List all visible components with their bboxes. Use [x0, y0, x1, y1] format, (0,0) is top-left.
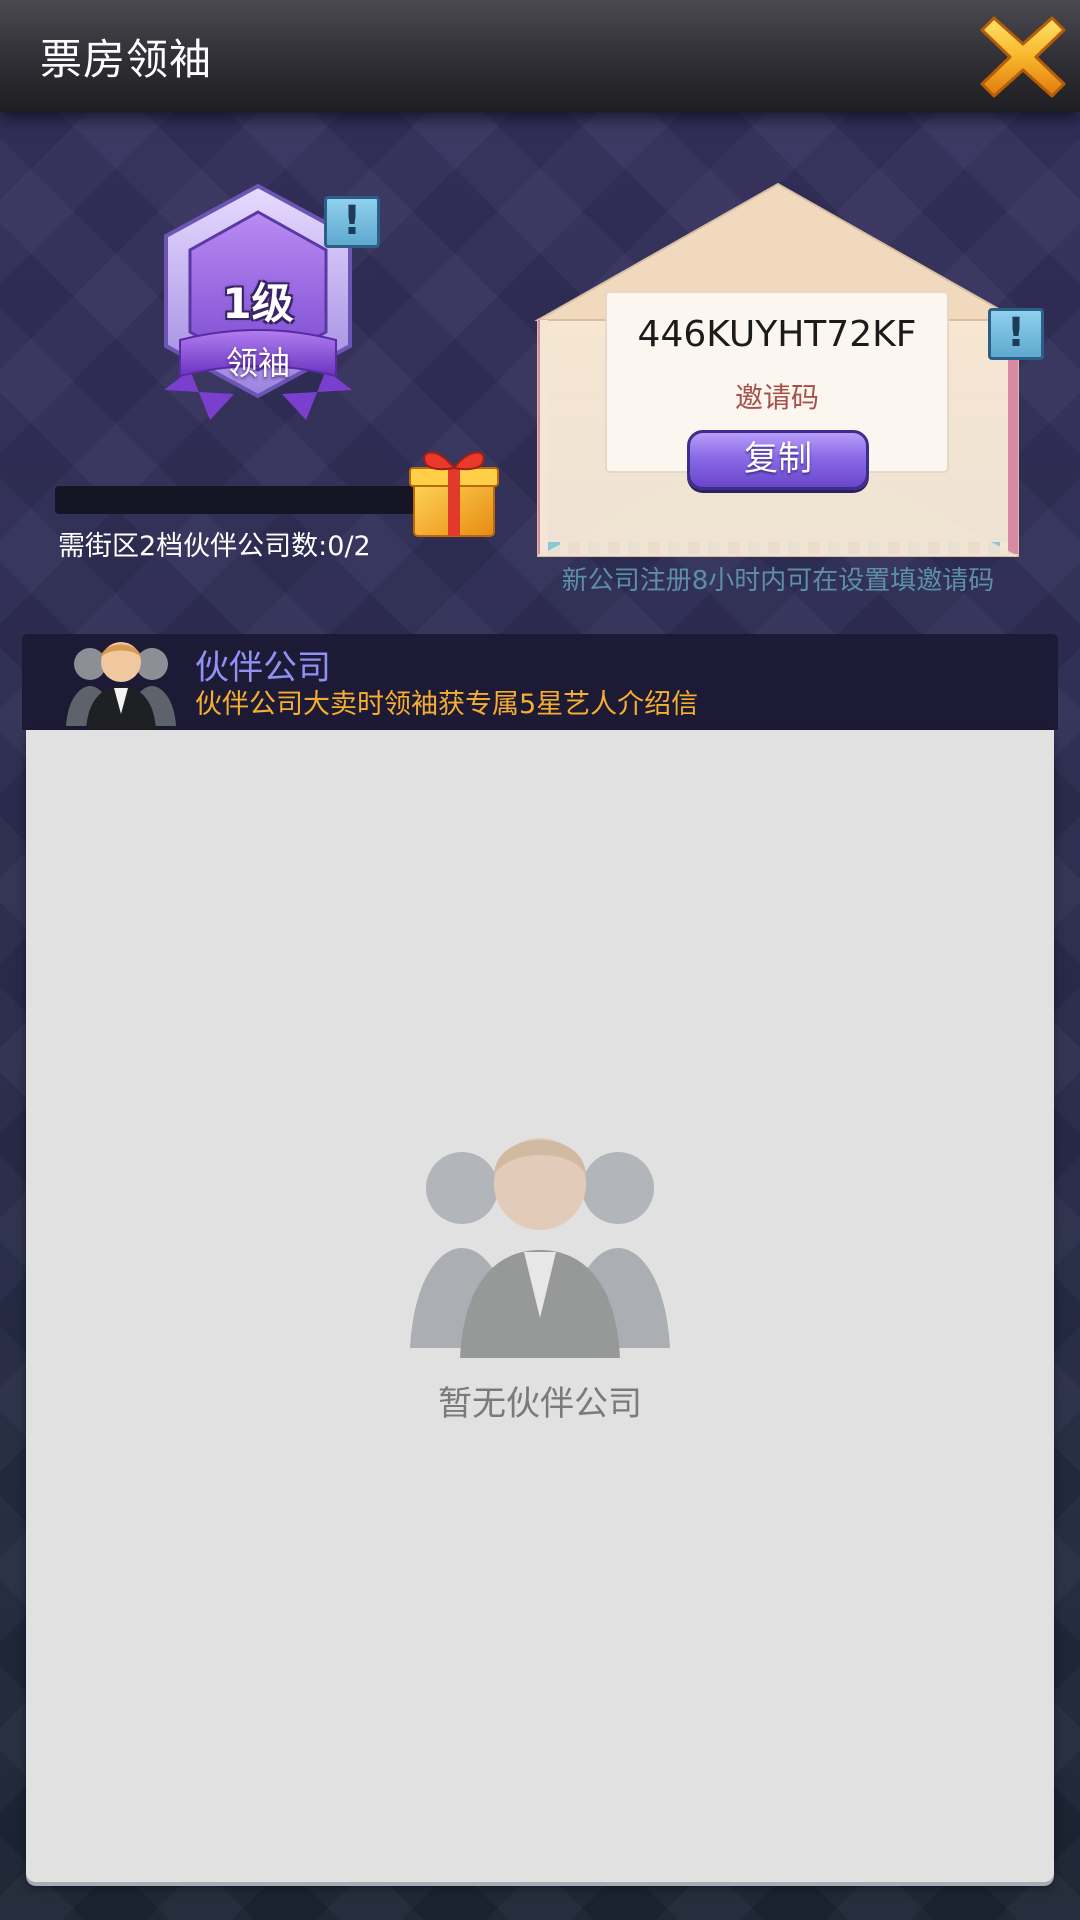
empty-partner-icon — [410, 1138, 670, 1358]
invite-code: 446KUYHT72KF — [637, 314, 917, 355]
copy-button[interactable]: 复制 — [687, 430, 869, 490]
progress-bar — [55, 486, 425, 514]
alert-icon[interactable]: ! — [988, 308, 1044, 360]
alert-icon[interactable]: ! — [324, 196, 380, 248]
close-x-icon[interactable] — [980, 14, 1066, 100]
leader-level: 1级 — [222, 279, 294, 328]
invite-note: 新公司注册8小时内可在设置填邀请码 — [561, 566, 995, 596]
top-bar: 票房领袖 — [0, 0, 1080, 112]
page-title: 票房领袖 — [40, 35, 213, 84]
empty-state-text: 暂无伙伴公司 — [438, 1384, 642, 1424]
partner-section-header: 伙伴公司 伙伴公司大卖时领袖获专属5星艺人介绍信 — [22, 634, 1058, 730]
invite-envelope — [534, 182, 1022, 557]
invite-code-label: 邀请码 — [734, 381, 819, 414]
progress-text: 需街区2档伙伴公司数:0/2 — [58, 531, 371, 562]
partner-description: 伙伴公司大卖时领袖获专属5星艺人介绍信 — [195, 689, 699, 720]
gift-box-icon[interactable] — [408, 440, 500, 540]
leader-title: 领袖 — [225, 344, 290, 382]
partner-group-icon — [66, 642, 176, 730]
